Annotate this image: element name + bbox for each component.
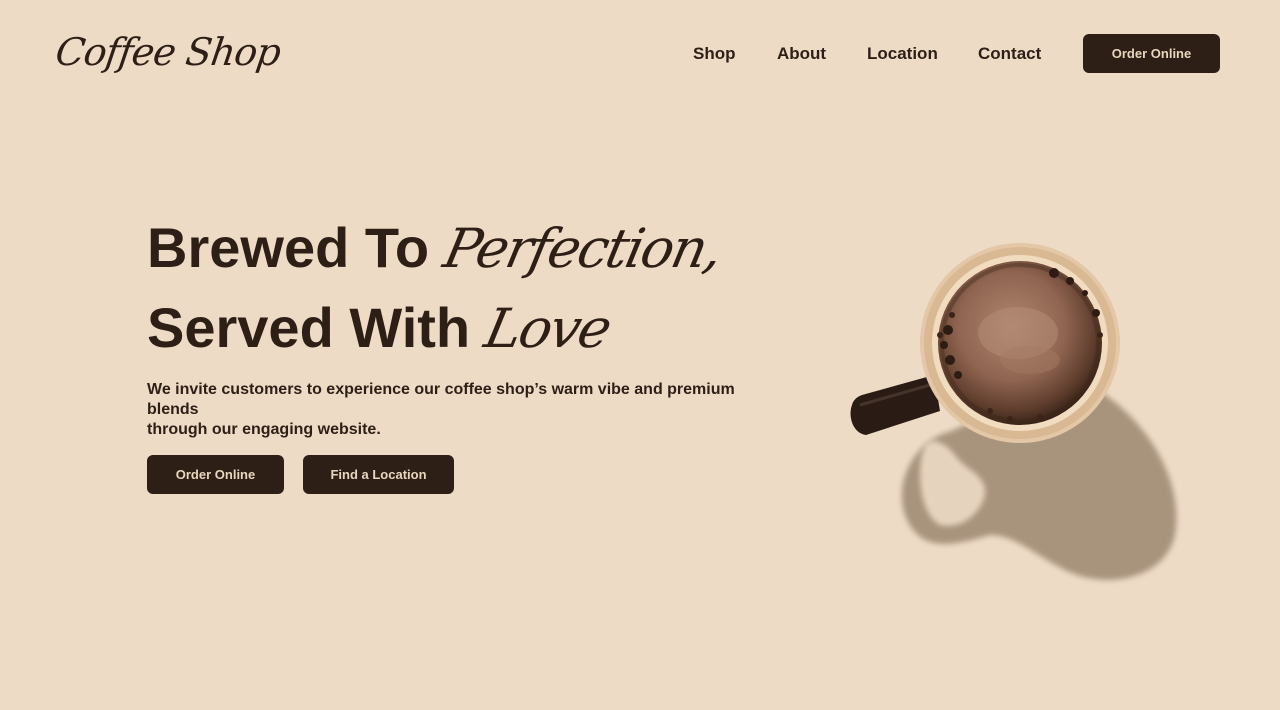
hero-title-line1-plain: Brewed To [147,216,445,279]
nav-item-contact[interactable]: Contact [978,42,1041,66]
hero-subtext: We invite customers to experience our co… [147,380,747,440]
hero-title-line2: Served With Love [147,296,615,361]
coffee-cup-image [840,235,1200,595]
hero-title-line1-script: Perfection, [438,217,727,280]
logo[interactable]: Coffee Shop [52,24,284,80]
hero-title-line2-script: Love [479,297,616,360]
hero-title-line2-plain: Served With [147,296,486,359]
nav-item-shop[interactable]: Shop [693,42,736,66]
hero-order-online-button[interactable]: Order Online [147,455,284,494]
hero-subtext-line2: through our engaging website. [147,421,381,438]
hero-title-line1: Brewed To Perfection, [147,216,727,281]
nav-item-about[interactable]: About [777,42,826,66]
hero-subtext-line1: We invite customers to experience our co… [147,381,735,418]
header-order-online-button[interactable]: Order Online [1083,34,1220,73]
coffee-cup-icon [850,243,1177,580]
find-location-button[interactable]: Find a Location [303,455,454,494]
site-header: Coffee Shop Shop About Location Contact … [0,0,1280,108]
nav-item-location[interactable]: Location [867,42,938,66]
